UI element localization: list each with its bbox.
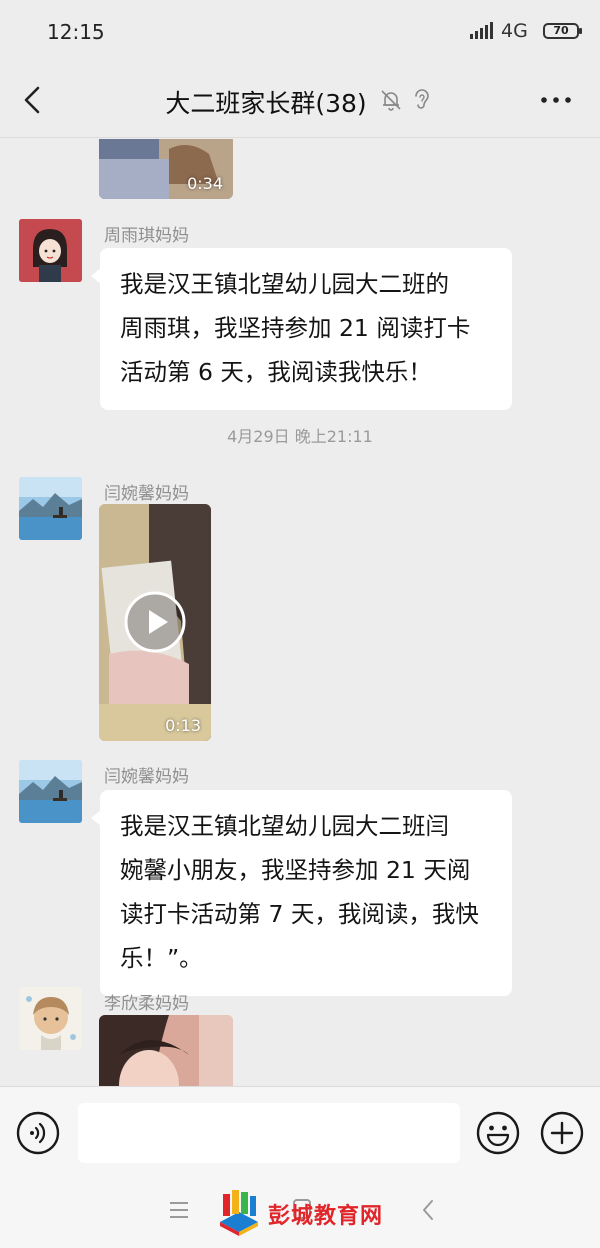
message-bubble[interactable]: 我是汉王镇北望幼儿园大二班的 周雨琪，我坚持参加 21 阅读打卡 活动第 6 天…	[91, 248, 512, 410]
emoji-icon[interactable]	[476, 1111, 520, 1155]
video-message[interactable]: 0:34	[99, 139, 233, 199]
avatar-image	[19, 219, 82, 282]
avatar[interactable]	[19, 760, 82, 823]
input-bar	[0, 1086, 600, 1178]
play-icon[interactable]	[124, 591, 186, 653]
watermark-text: 彭城教育网	[268, 1203, 384, 1229]
message-line: 我是汉王镇北望幼儿园大二班闫	[120, 812, 449, 840]
avatar-image	[19, 760, 82, 823]
status-bar: 12:15 4G 70	[0, 0, 600, 62]
message-line: 乐！”。	[120, 944, 203, 972]
watermark: 彭城教育网	[214, 1184, 414, 1242]
network-type: 4G	[501, 20, 528, 42]
sender-name: 李欣柔妈妈	[104, 994, 189, 1014]
avatar-image	[19, 477, 82, 540]
message-bubble[interactable]: 我是汉王镇北望幼儿园大二班闫 婉馨小朋友，我坚持参加 21 天阅 读打卡活动第 …	[91, 790, 512, 996]
status-time: 12:15	[47, 20, 105, 44]
chat-header: 大二班家长群(38)	[0, 62, 600, 138]
video-message[interactable]: 0:13	[99, 504, 211, 741]
video-duration: 0:34	[187, 174, 223, 193]
sender-name: 闫婉馨妈妈	[104, 767, 189, 787]
ear-icon	[414, 89, 429, 109]
image-thumbnail	[99, 1015, 233, 1086]
avatar[interactable]	[19, 219, 82, 282]
signal-icon	[470, 22, 493, 39]
chat-title: 大二班家长群(38)	[165, 89, 367, 118]
system-nav-bar: 彭城教育网	[0, 1178, 600, 1248]
message-input[interactable]	[78, 1103, 460, 1163]
avatar[interactable]	[19, 987, 82, 1050]
message-line: 周雨琪，我坚持参加 21 阅读打卡	[120, 314, 471, 342]
back-icon[interactable]	[420, 1198, 436, 1222]
bell-off-icon	[381, 90, 401, 111]
more-icon[interactable]	[536, 87, 576, 113]
watermark-logo-icon	[220, 1190, 258, 1236]
battery-indicator: 70	[543, 23, 582, 39]
avatar[interactable]	[19, 477, 82, 540]
sender-name: 周雨琪妈妈	[104, 226, 189, 246]
message-line: 活动第 6 天，我阅读我快乐！	[120, 358, 432, 386]
image-message[interactable]	[99, 1015, 233, 1086]
message-line: 婉馨小朋友，我坚持参加 21 天阅	[120, 856, 471, 884]
chat-timestamp: 4月29日 晚上21:11	[227, 427, 373, 446]
chat-area[interactable]: 0:34 周雨琪妈妈 我是汉王镇北望幼儿园大二班的 周雨琪，我坚持参加 21 阅…	[0, 139, 600, 1086]
video-duration: 0:13	[165, 716, 201, 735]
message-line: 读打卡活动第 7 天，我阅读，我快	[120, 900, 479, 928]
menu-icon[interactable]	[168, 1200, 190, 1220]
message-line: 我是汉王镇北望幼儿园大二班的	[120, 270, 449, 298]
voice-icon[interactable]	[16, 1111, 60, 1155]
avatar-image	[19, 987, 82, 1050]
sender-name: 闫婉馨妈妈	[104, 484, 189, 504]
plus-icon[interactable]	[540, 1111, 584, 1155]
